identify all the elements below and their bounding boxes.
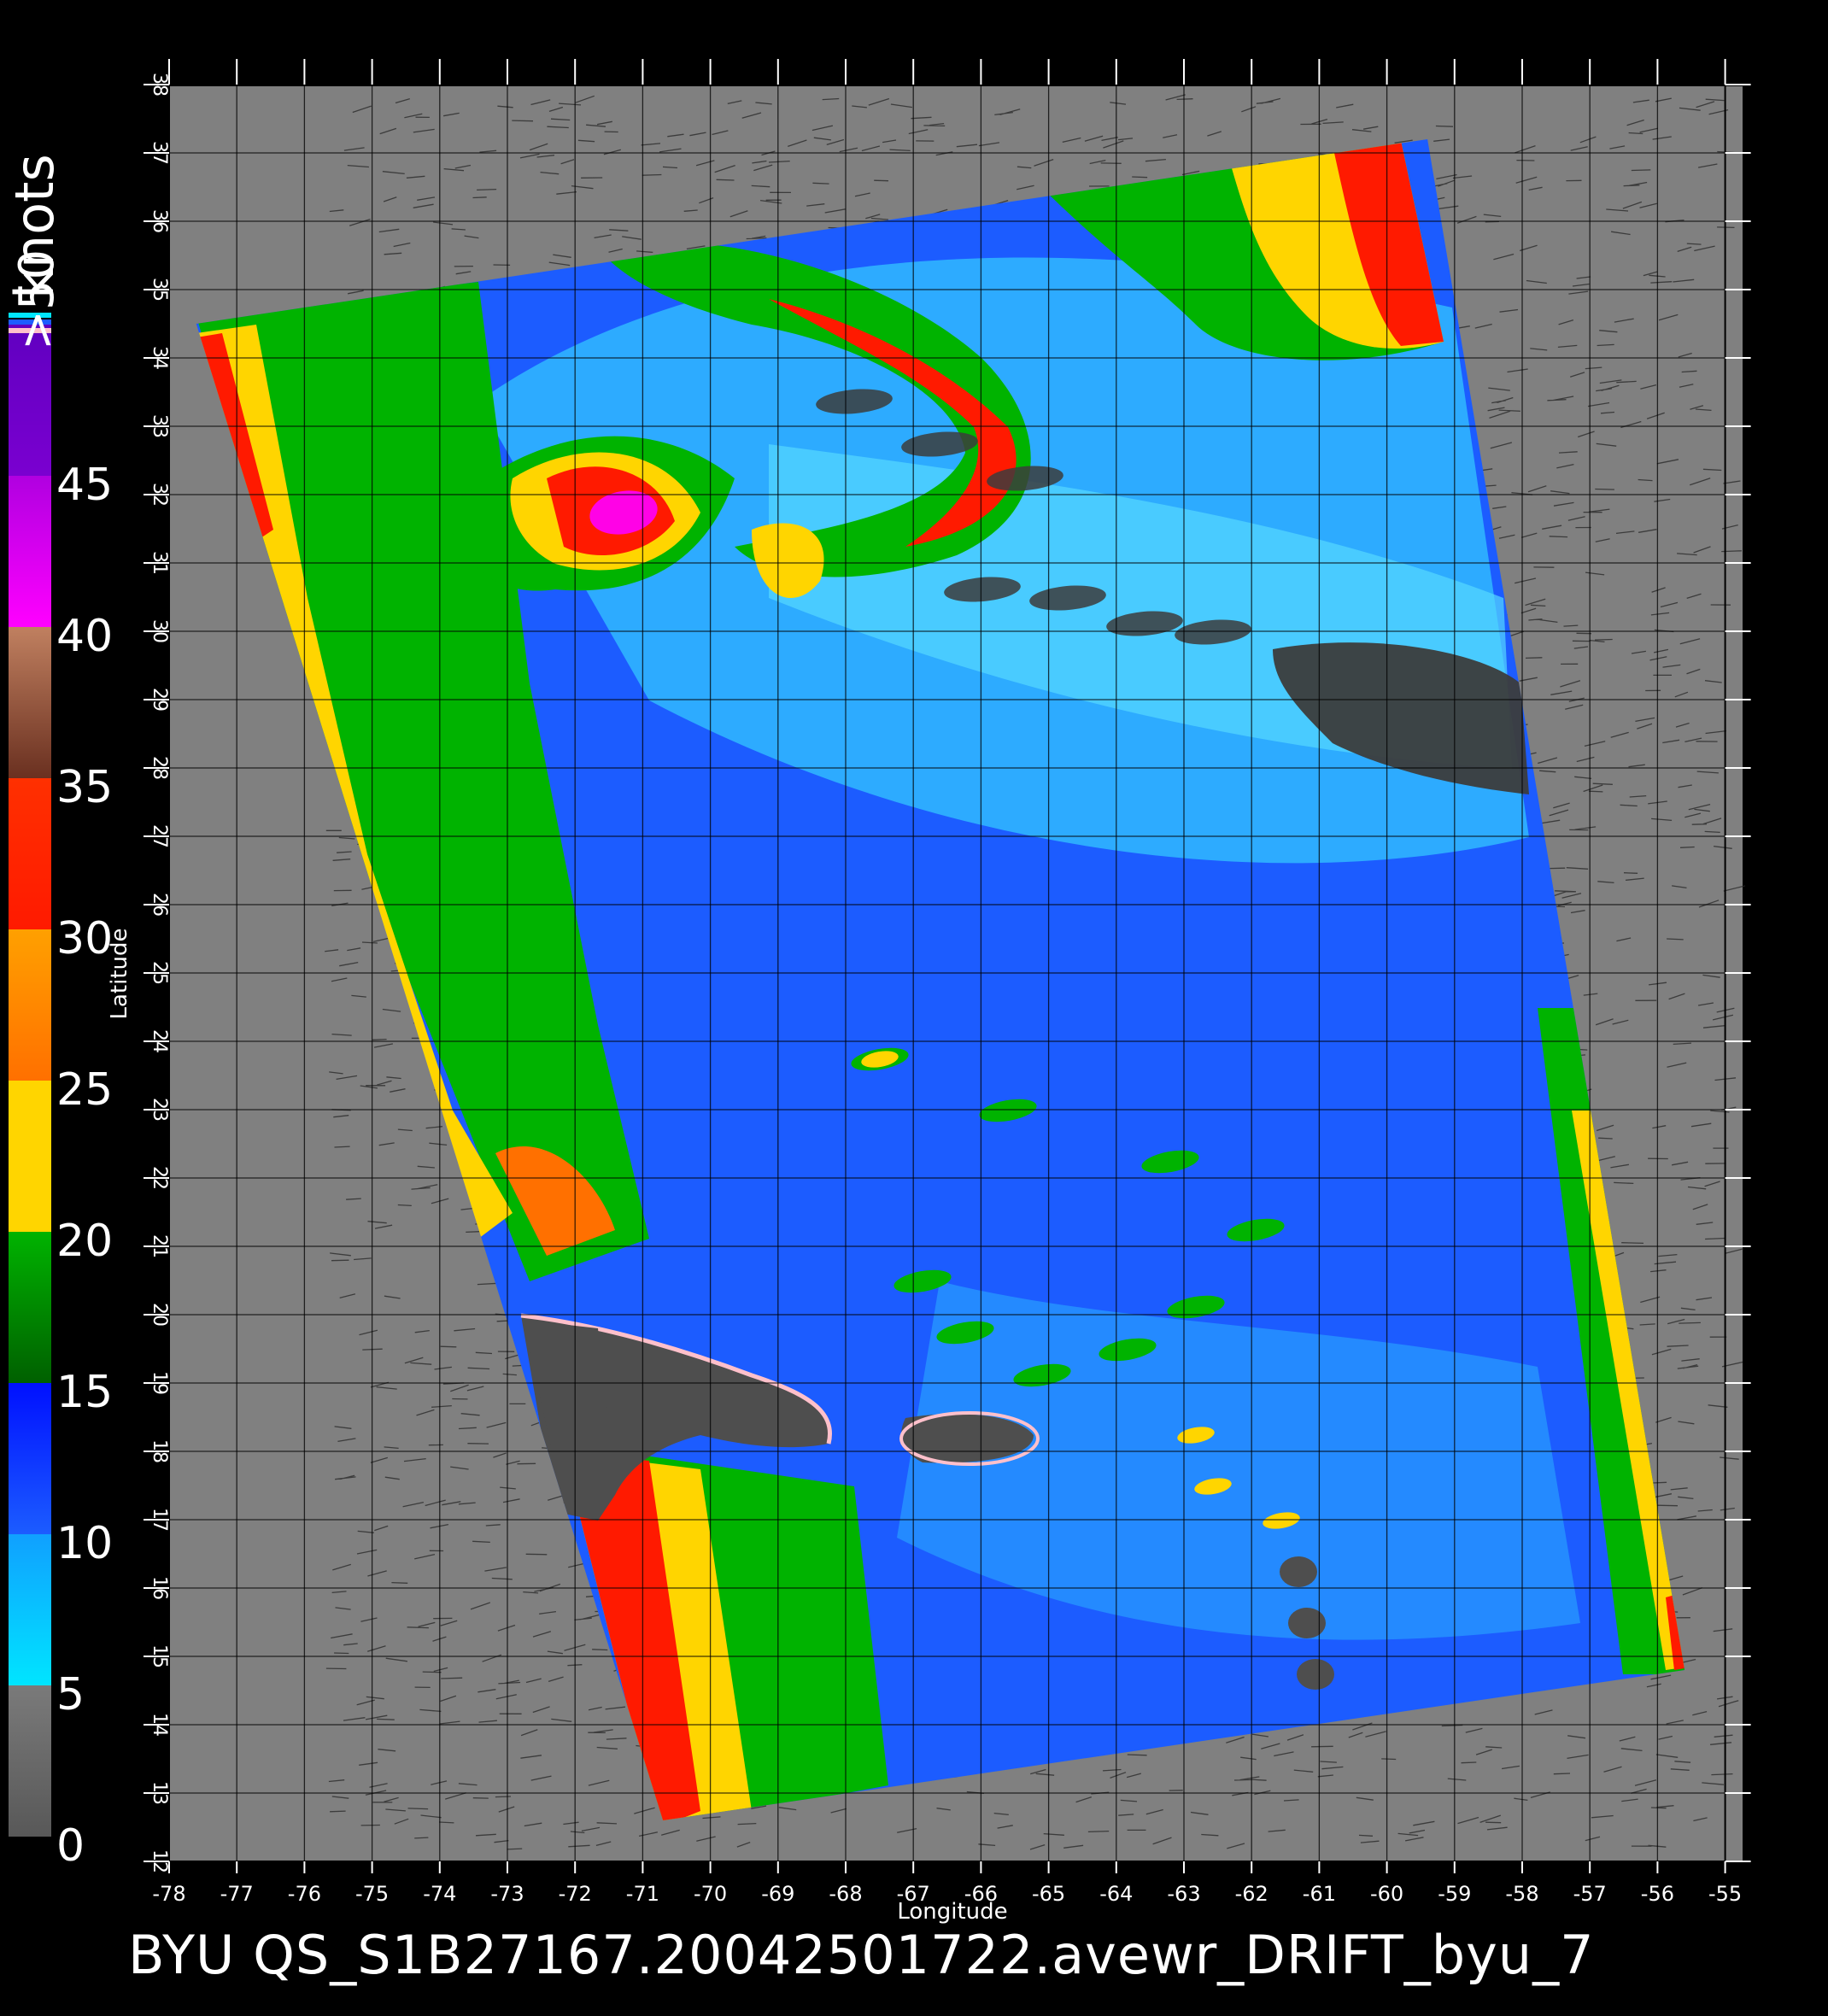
- lon-tick-label: -74: [423, 1882, 456, 1906]
- colorbar-tick-label: 20: [56, 1216, 113, 1267]
- colorbar-tick-label: 0: [56, 1820, 85, 1872]
- lon-tick-label: -58: [1505, 1882, 1538, 1906]
- lat-tick-label: 20: [149, 1303, 170, 1327]
- colorbar-tick-label: 40: [56, 611, 113, 662]
- land-island: [1280, 1556, 1317, 1587]
- lat-tick-label: 13: [149, 1781, 170, 1805]
- lat-tick-label: 38: [149, 73, 170, 97]
- colorbar-band: [9, 1383, 51, 1534]
- lat-tick-label: 17: [149, 1508, 170, 1532]
- lat-tick-label: 19: [149, 1371, 170, 1395]
- colorbar-over-label: >50: [9, 249, 65, 350]
- colorbar-tick-label: 15: [56, 1367, 113, 1418]
- lat-tick-label: 18: [149, 1439, 170, 1463]
- land-island: [1297, 1659, 1334, 1690]
- lon-tick-label: -59: [1438, 1882, 1471, 1906]
- x-axis-label: Longitude: [897, 1899, 1007, 1925]
- lon-tick-label: -56: [1641, 1882, 1674, 1906]
- colorbar-tick-label: 5: [56, 1669, 85, 1720]
- colorbar-band: [9, 1534, 51, 1685]
- wind-map-figure: knots >50 051015202530354045 -78 -77 -76 -7…: [0, 0, 1828, 2016]
- lon-tick-label: -76: [288, 1882, 321, 1906]
- lon-tick-label: -78: [152, 1882, 185, 1906]
- colorbar-tick-label: 45: [56, 460, 113, 511]
- colorbar-band: [9, 778, 51, 929]
- lat-tick-label: 32: [149, 483, 170, 507]
- lat-tick-label: 31: [149, 551, 170, 575]
- lon-tick-label: -77: [220, 1882, 254, 1906]
- lon-tick-label: -72: [559, 1882, 592, 1906]
- lon-tick-label: -61: [1303, 1882, 1336, 1906]
- lat-tick-label: 21: [149, 1234, 170, 1258]
- colorbar-tick-label: 25: [56, 1064, 113, 1116]
- colorbar-band: [9, 929, 51, 1081]
- lon-tick-label: -73: [490, 1882, 524, 1906]
- land-island: [1288, 1608, 1326, 1638]
- y-axis-label: Latitude: [107, 928, 132, 1019]
- colorbar-band: [9, 476, 51, 627]
- lon-tick-label: -63: [1167, 1882, 1200, 1906]
- colorbar-band: [9, 1081, 51, 1232]
- lat-tick-label: 28: [149, 756, 170, 780]
- lon-tick-label: -57: [1573, 1882, 1607, 1906]
- lat-tick-label: 14: [149, 1713, 170, 1737]
- lon-tick-label: -60: [1370, 1882, 1403, 1906]
- lat-tick-label: 33: [149, 414, 170, 438]
- colorbar-tick-label: 35: [56, 762, 113, 813]
- lat-tick-label: 22: [149, 1166, 170, 1190]
- lat-tick-label: 29: [149, 688, 170, 712]
- lon-tick-label: -55: [1708, 1882, 1742, 1906]
- colorbar-tick-label: 10: [56, 1518, 113, 1569]
- lat-tick-label: 35: [149, 278, 170, 302]
- lat-tick-label: 24: [149, 1029, 170, 1053]
- lat-tick-label: 15: [149, 1644, 170, 1668]
- lon-tick-label: -65: [1032, 1882, 1065, 1906]
- lat-tick-label: 12: [149, 1849, 170, 1873]
- footer-title: BYU QS_S1B27167.20042501722.avewr_DRIFT_…: [128, 1924, 1595, 1986]
- lon-tick-label: -71: [626, 1882, 659, 1906]
- lat-tick-label: 16: [149, 1576, 170, 1600]
- lat-tick-label: 34: [149, 346, 170, 370]
- lat-tick-label: 36: [149, 209, 170, 233]
- lat-tick-label: 30: [149, 619, 170, 643]
- lon-tick-label: -64: [1099, 1882, 1133, 1906]
- lat-tick-label: 27: [149, 824, 170, 848]
- lat-tick-label: 23: [149, 1098, 170, 1122]
- colorbar-band: [9, 627, 51, 778]
- colorbar-band: [9, 1232, 51, 1383]
- lon-tick-label: -62: [1235, 1882, 1268, 1906]
- map-panel: -78 -77 -76 -75 -74 -73 -72 -71 -70 -69 -68 -67 -66-…: [107, 59, 1751, 1925]
- colorbar-tick-label: 30: [56, 913, 113, 964]
- colorbar-band: [9, 1685, 51, 1837]
- lat-tick-label: 37: [149, 141, 170, 165]
- lat-tick-label: 25: [149, 961, 170, 985]
- lon-tick-label: -70: [694, 1882, 727, 1906]
- lon-tick-label: -68: [829, 1882, 862, 1906]
- lat-tick-label: 26: [149, 893, 170, 917]
- lon-tick-label: -69: [761, 1882, 794, 1906]
- lon-tick-label: -75: [355, 1882, 389, 1906]
